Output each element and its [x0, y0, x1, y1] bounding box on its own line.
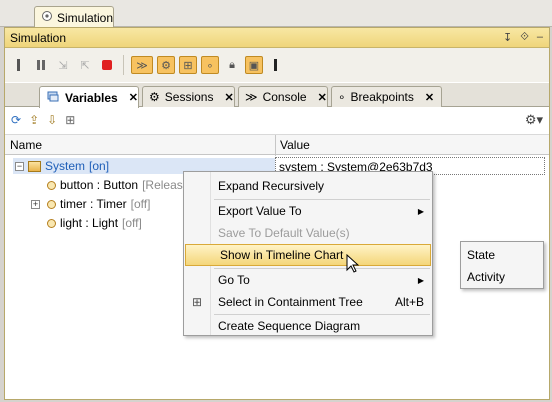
submenu-item-state[interactable]: State — [467, 245, 495, 265]
menu-item-label: Expand Recursively — [218, 179, 325, 193]
panel-title: Simulation — [10, 30, 67, 45]
close-icon[interactable]: ✕ — [425, 91, 434, 104]
pin-icon[interactable]: ↧ — [503, 31, 512, 44]
breakpoints-icon: ∘ — [338, 90, 346, 104]
menu-item-show-in-timeline-chart[interactable]: Show in Timeline Chart — [185, 244, 431, 266]
row-name: light : Light — [60, 216, 119, 230]
menu-item-label: Select in Containment Tree — [218, 295, 363, 309]
simulation-doc-tab[interactable]: Simulation — [34, 6, 114, 28]
document-tab-strip: Simulation — [0, 0, 552, 28]
simulation-icon — [41, 10, 53, 25]
row-state: [on] — [89, 159, 110, 173]
close-icon[interactable]: ✕ — [129, 91, 138, 104]
tree-icon[interactable]: ⊞ — [65, 113, 75, 127]
trigger-icon[interactable]: ⊞ — [179, 56, 197, 74]
toolbar-separator — [123, 55, 124, 75]
lock-icon[interactable]: 🔒︎ — [223, 56, 241, 74]
export-icon[interactable]: ⇪ — [29, 113, 39, 127]
variables-icon — [46, 90, 60, 105]
step-over-icon[interactable]: ⇱ — [76, 56, 94, 74]
row-name: timer : Timer — [60, 197, 127, 211]
part-icon — [47, 180, 56, 190]
import-icon[interactable]: ⇩ — [47, 113, 57, 127]
menu-item-label: Create Sequence Diagram — [218, 319, 361, 333]
submenu-item-activity[interactable]: Activity — [467, 267, 505, 287]
restore-icon[interactable]: ⟐ — [520, 31, 529, 44]
menu-item-label: Go To — [218, 273, 250, 287]
submenu-arrow-icon: ▶ — [417, 206, 424, 216]
record-icon[interactable]: ▣ — [245, 56, 263, 74]
pause-icon[interactable] — [32, 56, 50, 74]
minimize-icon[interactable]: – — [537, 31, 543, 44]
doc-tab-label: Simulation — [57, 10, 114, 25]
scenario-icon[interactable]: ∘ — [201, 56, 219, 74]
stop-icon[interactable] — [98, 56, 116, 74]
variables-toolbar: ⟳ ⇪ ⇩ ⊞ ⚙▾ — [5, 108, 549, 132]
menu-item-select-in-containment-tree[interactable]: ⊞ Select in Containment Tree Alt+B — [184, 291, 432, 313]
submenu-arrow-icon: ▶ — [417, 275, 424, 285]
sessions-icon: ⚙ — [149, 90, 160, 104]
table-header: Name Value — [5, 134, 549, 156]
menu-item-label: Export Value To — [218, 204, 302, 218]
mouse-cursor-icon — [346, 253, 360, 277]
timeline-chart-submenu: State Activity — [460, 241, 544, 289]
simulation-toolbar: ⇲ ⇱ ≫ ⚙ ⊞ ∘ 🔒︎ ▣ — [5, 48, 549, 82]
tab-variables[interactable]: Variables ✕ — [39, 86, 139, 108]
submenu-item-label: State — [467, 248, 496, 262]
refresh-icon[interactable]: ⟳ — [11, 113, 21, 127]
menu-item-export-value-to[interactable]: Export Value To ▶ — [184, 200, 432, 222]
row-name: System — [45, 159, 86, 173]
tab-sessions-label: Sessions — [164, 90, 214, 104]
console-icon: ≫ — [245, 90, 258, 104]
column-name-header[interactable]: Name — [10, 138, 42, 152]
containment-tree-icon: ⊞ — [192, 295, 203, 309]
step-back-icon[interactable] — [10, 56, 28, 74]
menu-item-label: Save To Default Value(s) — [218, 226, 350, 240]
close-icon[interactable]: ✕ — [224, 91, 233, 104]
menu-item-create-sequence-diagram[interactable]: Create Sequence Diagram — [184, 315, 432, 337]
part-icon — [47, 199, 56, 209]
animate-icon[interactable]: ⚙ — [157, 56, 175, 74]
menu-item-expand-recursively[interactable]: Expand Recursively — [184, 175, 432, 197]
column-value-header[interactable]: Value — [280, 138, 310, 152]
menu-item-go-to[interactable]: Go To ▶ — [184, 269, 432, 291]
menu-item-accelerator: Alt+B — [394, 295, 424, 309]
collapse-icon[interactable]: − — [15, 161, 24, 171]
row-name: button : Button — [60, 178, 139, 192]
menu-item-label: Show in Timeline Chart — [220, 248, 344, 262]
menu-item-save-to-default: Save To Default Value(s) — [184, 222, 432, 244]
tab-breakpoints-label: Breakpoints — [350, 90, 414, 104]
tab-variables-label: Variables — [65, 90, 118, 105]
view-tabs: Variables ✕ ⚙ Sessions ✕ ≫ Console ✕ ∘ B… — [5, 83, 549, 108]
panel-titlebar: Simulation ↧ ⟐ – — [5, 28, 549, 48]
close-icon[interactable]: ✕ — [318, 91, 327, 104]
context-menu: Expand Recursively Export Value To ▶ Sav… — [183, 171, 433, 336]
row-state: [off] — [122, 216, 142, 230]
submenu-item-label: Activity — [467, 270, 506, 284]
more-arrow-icon[interactable] — [267, 56, 285, 74]
part-icon — [47, 218, 56, 228]
gear-icon[interactable]: ⚙▾ — [525, 112, 543, 128]
tab-breakpoints[interactable]: ∘ Breakpoints ✕ — [331, 86, 442, 107]
step-into-icon[interactable]: ⇲ — [54, 56, 72, 74]
tab-sessions[interactable]: ⚙ Sessions ✕ — [142, 86, 235, 107]
tab-console[interactable]: ≫ Console ✕ — [238, 86, 328, 107]
row-state: [off] — [130, 197, 151, 211]
tab-console-label: Console — [262, 90, 307, 104]
auto-animate-icon[interactable]: ≫ — [131, 56, 153, 74]
expand-icon[interactable]: + — [31, 199, 40, 209]
system-icon — [28, 160, 41, 172]
